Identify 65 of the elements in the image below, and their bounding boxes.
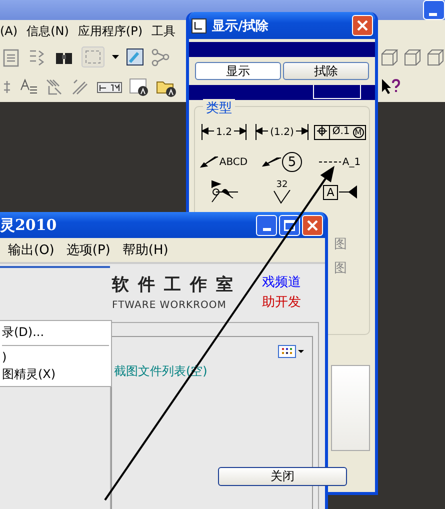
maximize-icon (284, 220, 295, 230)
view-label: 图 (334, 236, 347, 253)
arrows-icon[interactable] (2, 78, 12, 96)
node-icon[interactable] (151, 48, 170, 66)
minimize-button[interactable] (256, 214, 277, 236)
minimize-icon (262, 228, 270, 230)
view-label: 图 (334, 260, 347, 277)
crosshair-icon (317, 126, 328, 136)
surface-finish-symbol-button[interactable]: 32 (253, 179, 311, 205)
link[interactable]: 助开发 (262, 293, 301, 311)
menu-item[interactable]: 选项(P) (66, 241, 110, 259)
note-icon[interactable] (129, 77, 149, 97)
grid-icon (278, 345, 296, 358)
window-title: 显示/拭除 (212, 18, 270, 34)
text-style-icon[interactable] (19, 78, 38, 96)
cube-icon[interactable] (403, 48, 422, 66)
diagonal-lines-icon[interactable] (70, 77, 90, 97)
menu-item[interactable]: 图精灵(X) (0, 365, 111, 384)
help-pointer-icon (381, 78, 401, 96)
datum-triangle-icon (339, 183, 358, 201)
menu-item[interactable]: ) (0, 349, 111, 365)
dialog-icon (191, 18, 207, 34)
axis-symbol-button[interactable]: A_1 (311, 149, 369, 175)
picture-icon[interactable] (126, 48, 144, 66)
document-icon[interactable] (2, 47, 20, 67)
dimension-symbol-button[interactable]: 1.2 (195, 119, 253, 145)
menu-item[interactable]: 工具 (152, 22, 176, 40)
link[interactable]: 戏频道 (262, 273, 301, 291)
cube-icon[interactable] (380, 48, 399, 66)
banner-subtitle: FTWARE WORKROOM (112, 300, 228, 311)
close-button[interactable] (302, 214, 323, 236)
menu-item[interactable]: 应用程序(P) (78, 22, 143, 40)
menu-item[interactable]: 输出(O) (8, 241, 54, 259)
highlight-frame (313, 85, 361, 99)
menu-item[interactable]: 信息(N) (26, 22, 69, 40)
dimension-arrow-icon (201, 122, 216, 142)
dashed-line-icon (319, 161, 342, 163)
check-mark-icon (273, 190, 291, 204)
close-icon (307, 220, 318, 230)
dimension-arrow-icon (232, 122, 247, 142)
close-icon (356, 19, 369, 32)
banner-title: 软件工作室 (112, 274, 243, 296)
view-toggle-button[interactable] (278, 345, 304, 358)
dimension-arrow-icon (294, 122, 309, 142)
note-symbol-button[interactable]: ABCD (195, 149, 253, 175)
balloon-symbol-button[interactable]: 5 (253, 149, 311, 175)
leader-arrow-icon (262, 157, 281, 167)
cube-icon[interactable] (426, 48, 445, 66)
caret-icon[interactable] (112, 55, 119, 59)
minimize-button[interactable] (423, 0, 445, 20)
group-label: 类型 (203, 99, 235, 117)
menu-item[interactable]: (A) (0, 24, 18, 38)
close-dialog-button[interactable]: 关闭 (218, 467, 347, 486)
dimension-arrow-icon (255, 122, 270, 142)
tab[interactable]: 显示 (195, 62, 281, 80)
caret-icon (298, 350, 304, 353)
maximize-button[interactable] (279, 214, 300, 236)
hatch-icon[interactable] (45, 78, 63, 96)
leader-arrow-icon (200, 156, 218, 168)
datum-symbol-button[interactable]: A (311, 179, 369, 205)
ref-dimension-symbol-button[interactable]: (1.2) (253, 119, 311, 145)
close-button[interactable] (352, 15, 373, 36)
menu-item[interactable]: 帮助(H) (122, 241, 168, 259)
tab[interactable]: 拭除 (283, 62, 369, 80)
menu-item[interactable]: 录(D)... (0, 323, 111, 342)
